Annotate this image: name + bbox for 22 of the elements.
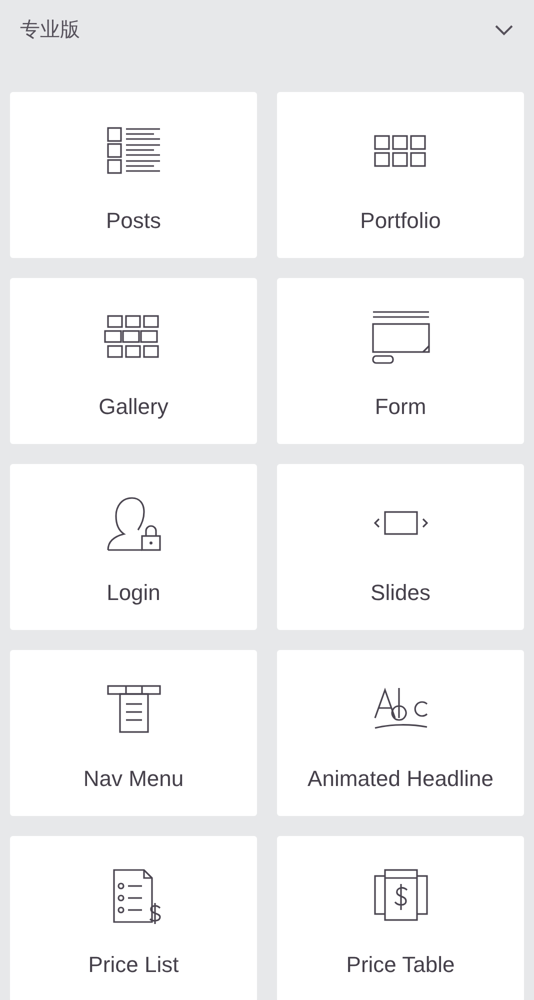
widget-label: Price List [88, 951, 179, 979]
widget-label: Portfolio [360, 207, 441, 235]
chevron-icon[interactable] [494, 24, 514, 36]
widget-card[interactable]: Slides [277, 464, 524, 630]
section-title: 专业版 [20, 18, 80, 43]
widget-card[interactable]: Portfolio [277, 92, 524, 258]
widget-card[interactable]: Animated Headline [277, 650, 524, 816]
widget-card[interactable]: Login [10, 464, 257, 630]
widget-label: Gallery [98, 393, 168, 421]
widget-label: Form [374, 393, 426, 421]
widget-label: Price Table [346, 951, 455, 979]
widget-card[interactable]: Gallery [10, 278, 257, 444]
widget-card[interactable]: Form [277, 278, 524, 444]
widget-card[interactable]: Nav Menu [10, 650, 257, 816]
widget-card[interactable]: Price List [10, 836, 257, 1000]
widget-label: Slides [370, 579, 430, 607]
widget-label: Nav Menu [83, 765, 184, 793]
widget-label: Animated Headline [308, 765, 494, 793]
widget-card[interactable]: Posts [10, 92, 257, 258]
widget-label: Login [106, 579, 160, 607]
widget-card[interactable]: Price Table [277, 836, 524, 1000]
widget-label: Posts [106, 207, 162, 235]
